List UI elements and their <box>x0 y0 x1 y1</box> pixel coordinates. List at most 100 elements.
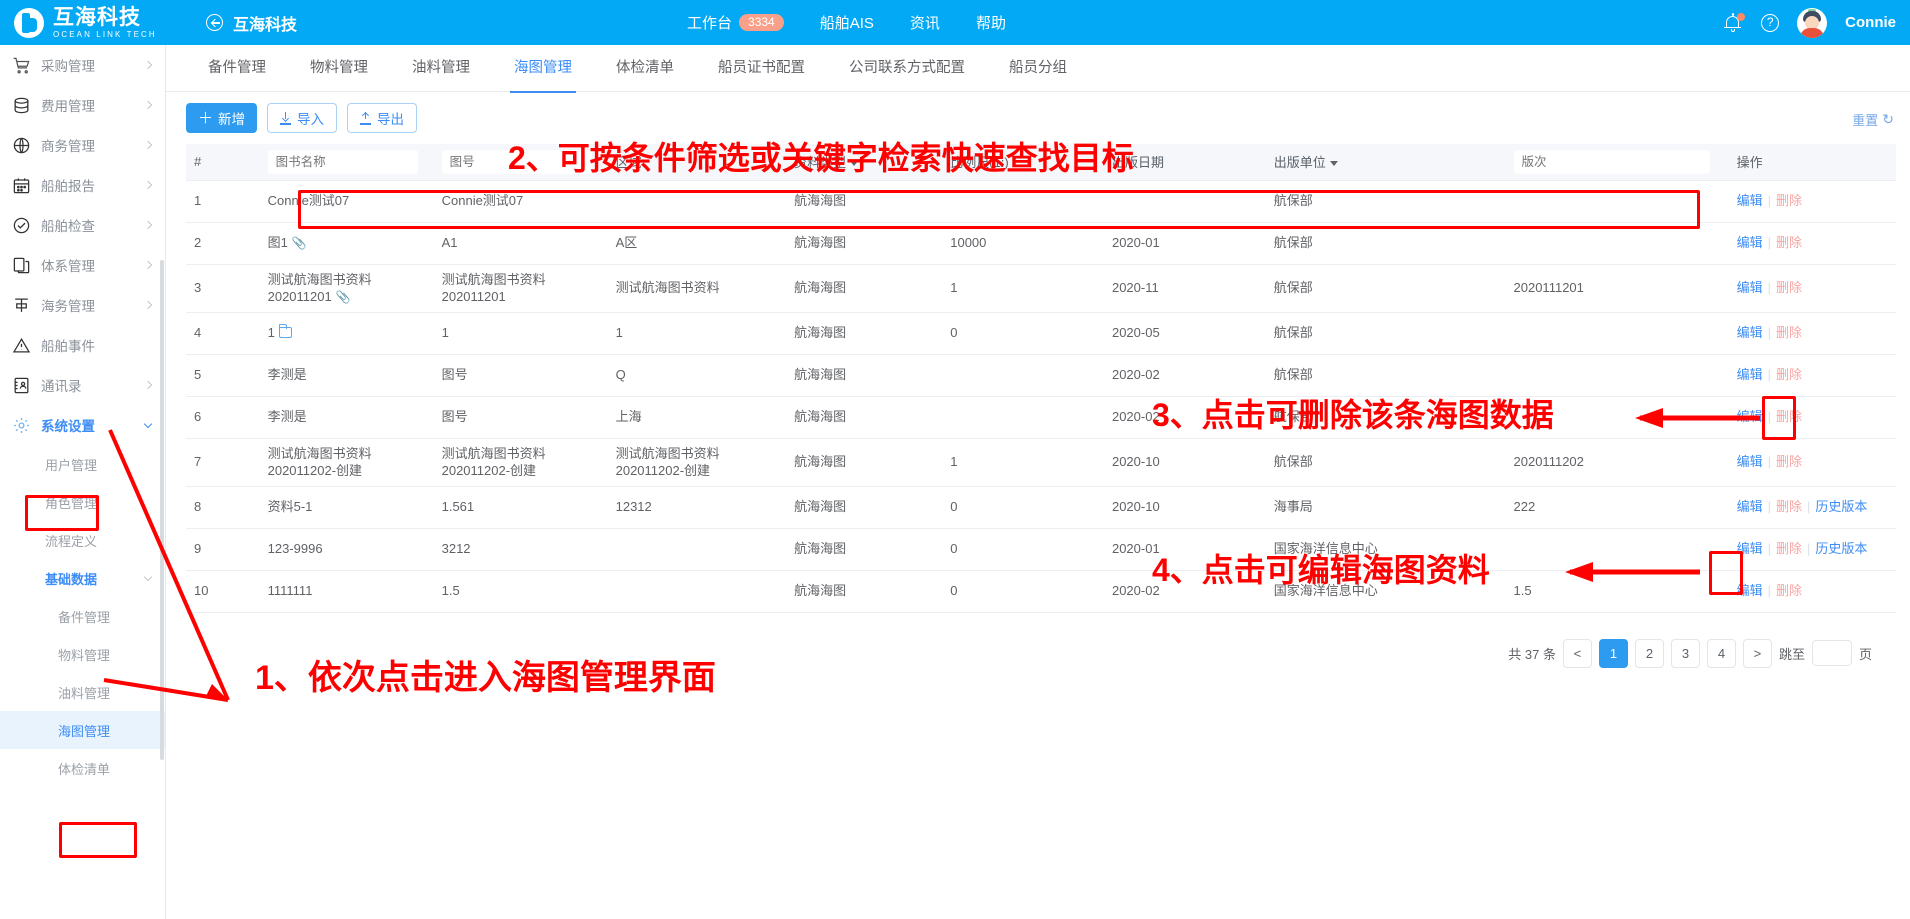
sidebar-item-business[interactable]: 商务管理 <box>0 125 165 165</box>
table-row[interactable]: 5 李测是 图号 Q 航海海图 2020-02 航保部 编辑 | 删除 <box>186 354 1896 397</box>
back-navigation-group[interactable]: 互海科技 <box>206 11 297 35</box>
help-question-icon[interactable]: ? <box>1761 13 1780 32</box>
table-row[interactable]: 8 资料5-1 1.561 12312 航海海图 0 2020-10 海事局 2… <box>186 486 1896 529</box>
tab-chart-management[interactable]: 海图管理 <box>492 45 594 93</box>
nav-item-ship-ais[interactable]: 船舶AIS <box>820 12 874 33</box>
delete-link[interactable]: 删除 <box>1776 541 1802 556</box>
cell-edition: 222 <box>1505 486 1729 529</box>
sidebar-item-role-management[interactable]: 角色管理 <box>0 483 165 521</box>
notification-bell-icon[interactable] <box>1724 12 1746 33</box>
user-name-label[interactable]: Connie <box>1845 14 1896 31</box>
delete-link[interactable]: 删除 <box>1776 235 1802 250</box>
delete-link[interactable]: 删除 <box>1776 325 1802 340</box>
sidebar-item-marine-affairs[interactable]: 海务管理 <box>0 285 165 325</box>
nav-badge-count: 3334 <box>739 14 784 31</box>
attachment-clip-icon[interactable]: 📎 <box>336 290 351 304</box>
folder-icon[interactable] <box>278 324 292 339</box>
tab-spare-parts[interactable]: 备件管理 <box>186 45 288 92</box>
edit-link[interactable]: 编辑 <box>1737 193 1763 208</box>
delete-link[interactable]: 删除 <box>1776 499 1802 514</box>
history-version-link[interactable]: 历史版本 <box>1815 541 1867 556</box>
table-row[interactable]: 10 1111111 1.5 航海海图 0 2020-02 国家海洋信息中心 1… <box>186 570 1896 613</box>
brand-logo-group[interactable]: 互海科技 OCEAN LINK TECH <box>0 7 196 39</box>
attachment-clip-icon[interactable]: 📎 <box>292 236 307 250</box>
sidebar-label: 海务管理 <box>41 299 95 314</box>
edit-link[interactable]: 编辑 <box>1737 499 1763 514</box>
chevron-down-icon[interactable] <box>850 161 859 167</box>
cell-scale: 0 <box>942 570 1104 613</box>
user-avatar[interactable] <box>1797 7 1828 38</box>
table-row[interactable]: 6 李测是 图号 上海 航海海图 2020-02 航保部 编辑 | 删除 <box>186 396 1896 439</box>
nav-item-news[interactable]: 资讯 <box>910 12 940 33</box>
cell-publish-date: 2020-11 <box>1103 264 1266 313</box>
sidebar-item-ship-report[interactable]: 船舶报告 <box>0 165 165 205</box>
edit-link[interactable]: 编辑 <box>1737 325 1763 340</box>
table-row[interactable]: 3 测试航海图书资料202011201 📎 测试航海图书资料202011201 测… <box>186 264 1896 313</box>
page-button-3[interactable]: 3 <box>1670 638 1700 668</box>
reset-button[interactable]: 重置 ↻ <box>1852 110 1894 129</box>
add-new-button[interactable]: ＋ 新增 <box>186 103 258 133</box>
sidebar-item-expense[interactable]: 费用管理 <box>0 85 165 125</box>
sidebar-item-process-definition[interactable]: 流程定义 <box>0 521 165 559</box>
sidebar-item-system-settings[interactable]: 系统设置 <box>0 405 165 445</box>
sidebar-item-ship-events[interactable]: 船舶事件 <box>0 325 165 365</box>
sidebar-item-purchase[interactable]: 采购管理 <box>0 45 165 85</box>
edit-link[interactable]: 编辑 <box>1737 280 1763 295</box>
nav-item-help[interactable]: 帮助 <box>976 12 1006 33</box>
delete-link[interactable]: 删除 <box>1776 193 1802 208</box>
delete-link[interactable]: 删除 <box>1776 454 1802 469</box>
tab-materials[interactable]: 物料管理 <box>288 45 390 92</box>
delete-link[interactable]: 删除 <box>1776 409 1802 424</box>
tab-fuel[interactable]: 油料管理 <box>390 45 492 92</box>
edit-link[interactable]: 编辑 <box>1737 367 1763 382</box>
edit-link[interactable]: 编辑 <box>1737 583 1763 598</box>
export-button[interactable]: 导出 <box>347 103 418 133</box>
cart-icon <box>12 56 31 75</box>
sidebar-item-medical-checklist[interactable]: 体检清单 <box>0 749 165 787</box>
filter-input-book-name[interactable] <box>267 149 418 174</box>
sidebar-item-system-management[interactable]: 体系管理 <box>0 245 165 285</box>
cell-data-type: 航海海图 <box>786 438 943 487</box>
tab-medical-checklist[interactable]: 体检清单 <box>594 45 696 92</box>
edit-link[interactable]: 编辑 <box>1737 409 1763 424</box>
table-row[interactable]: 9 123-9996 3212 航海海图 0 2020-01 国家海洋信息中心 … <box>186 528 1896 571</box>
sidebar-scrollbar[interactable] <box>160 260 164 760</box>
page-button-1[interactable]: 1 <box>1598 638 1628 668</box>
jump-to-page-input[interactable] <box>1811 640 1852 667</box>
tab-crew-certificate-config[interactable]: 船员证书配置 <box>696 45 827 92</box>
delete-link[interactable]: 删除 <box>1776 367 1802 382</box>
col-publish-unit[interactable]: 出版单位 <box>1265 144 1506 180</box>
cell-scale <box>942 396 1104 439</box>
filter-input-edition[interactable] <box>1513 149 1711 174</box>
table-row[interactable]: 7 测试航海图书资料202011202-创建 测试航海图书资料202011202… <box>186 438 1896 487</box>
page-button-2[interactable]: 2 <box>1634 638 1664 668</box>
sidebar-item-chart-management[interactable]: 海图管理 <box>0 711 165 749</box>
chevron-down-icon[interactable] <box>1329 161 1338 167</box>
sidebar-item-materials[interactable]: 物料管理 <box>0 635 165 673</box>
delete-link[interactable]: 删除 <box>1776 583 1802 598</box>
table-row[interactable]: 2 图1 📎 A1 A区 航海海图 10000 2020-01 航保部 编辑 | 删除 <box>186 222 1896 265</box>
back-arrow-icon[interactable] <box>206 14 223 31</box>
tab-crew-grouping[interactable]: 船员分组 <box>987 45 1089 92</box>
sidebar-item-user-management[interactable]: 用户管理 <box>0 445 165 483</box>
delete-link[interactable]: 删除 <box>1776 280 1802 295</box>
col-data-type[interactable]: 资料类型 <box>786 144 943 180</box>
table-row[interactable]: 1 Connie测试07 Connie测试07 航海海图 航保部 编辑 | 删除 <box>186 179 1896 223</box>
edit-link[interactable]: 编辑 <box>1737 541 1763 556</box>
prev-page-button[interactable]: < <box>1562 638 1592 668</box>
table-row[interactable]: 4 1 1 1 航海海图 0 2020-05 航保部 编辑 | 删除 <box>186 312 1896 355</box>
page-button-4[interactable]: 4 <box>1706 638 1736 668</box>
sidebar-item-basic-data[interactable]: 基础数据 <box>0 559 165 597</box>
sidebar-item-contacts[interactable]: 通讯录 <box>0 365 165 405</box>
sidebar-item-spare-parts[interactable]: 备件管理 <box>0 597 165 635</box>
filter-input-chart-no[interactable] <box>441 149 592 174</box>
nav-item-workbench[interactable]: 工作台 3334 <box>687 12 784 33</box>
history-version-link[interactable]: 历史版本 <box>1815 499 1867 514</box>
sidebar-item-ship-inspection[interactable]: 船舶检查 <box>0 205 165 245</box>
import-button[interactable]: 导入 <box>267 103 338 133</box>
tab-company-contact-config[interactable]: 公司联系方式配置 <box>827 45 987 92</box>
edit-link[interactable]: 编辑 <box>1737 235 1763 250</box>
next-page-button[interactable]: > <box>1742 638 1772 668</box>
edit-link[interactable]: 编辑 <box>1737 454 1763 469</box>
sidebar-item-fuel[interactable]: 油料管理 <box>0 673 165 711</box>
